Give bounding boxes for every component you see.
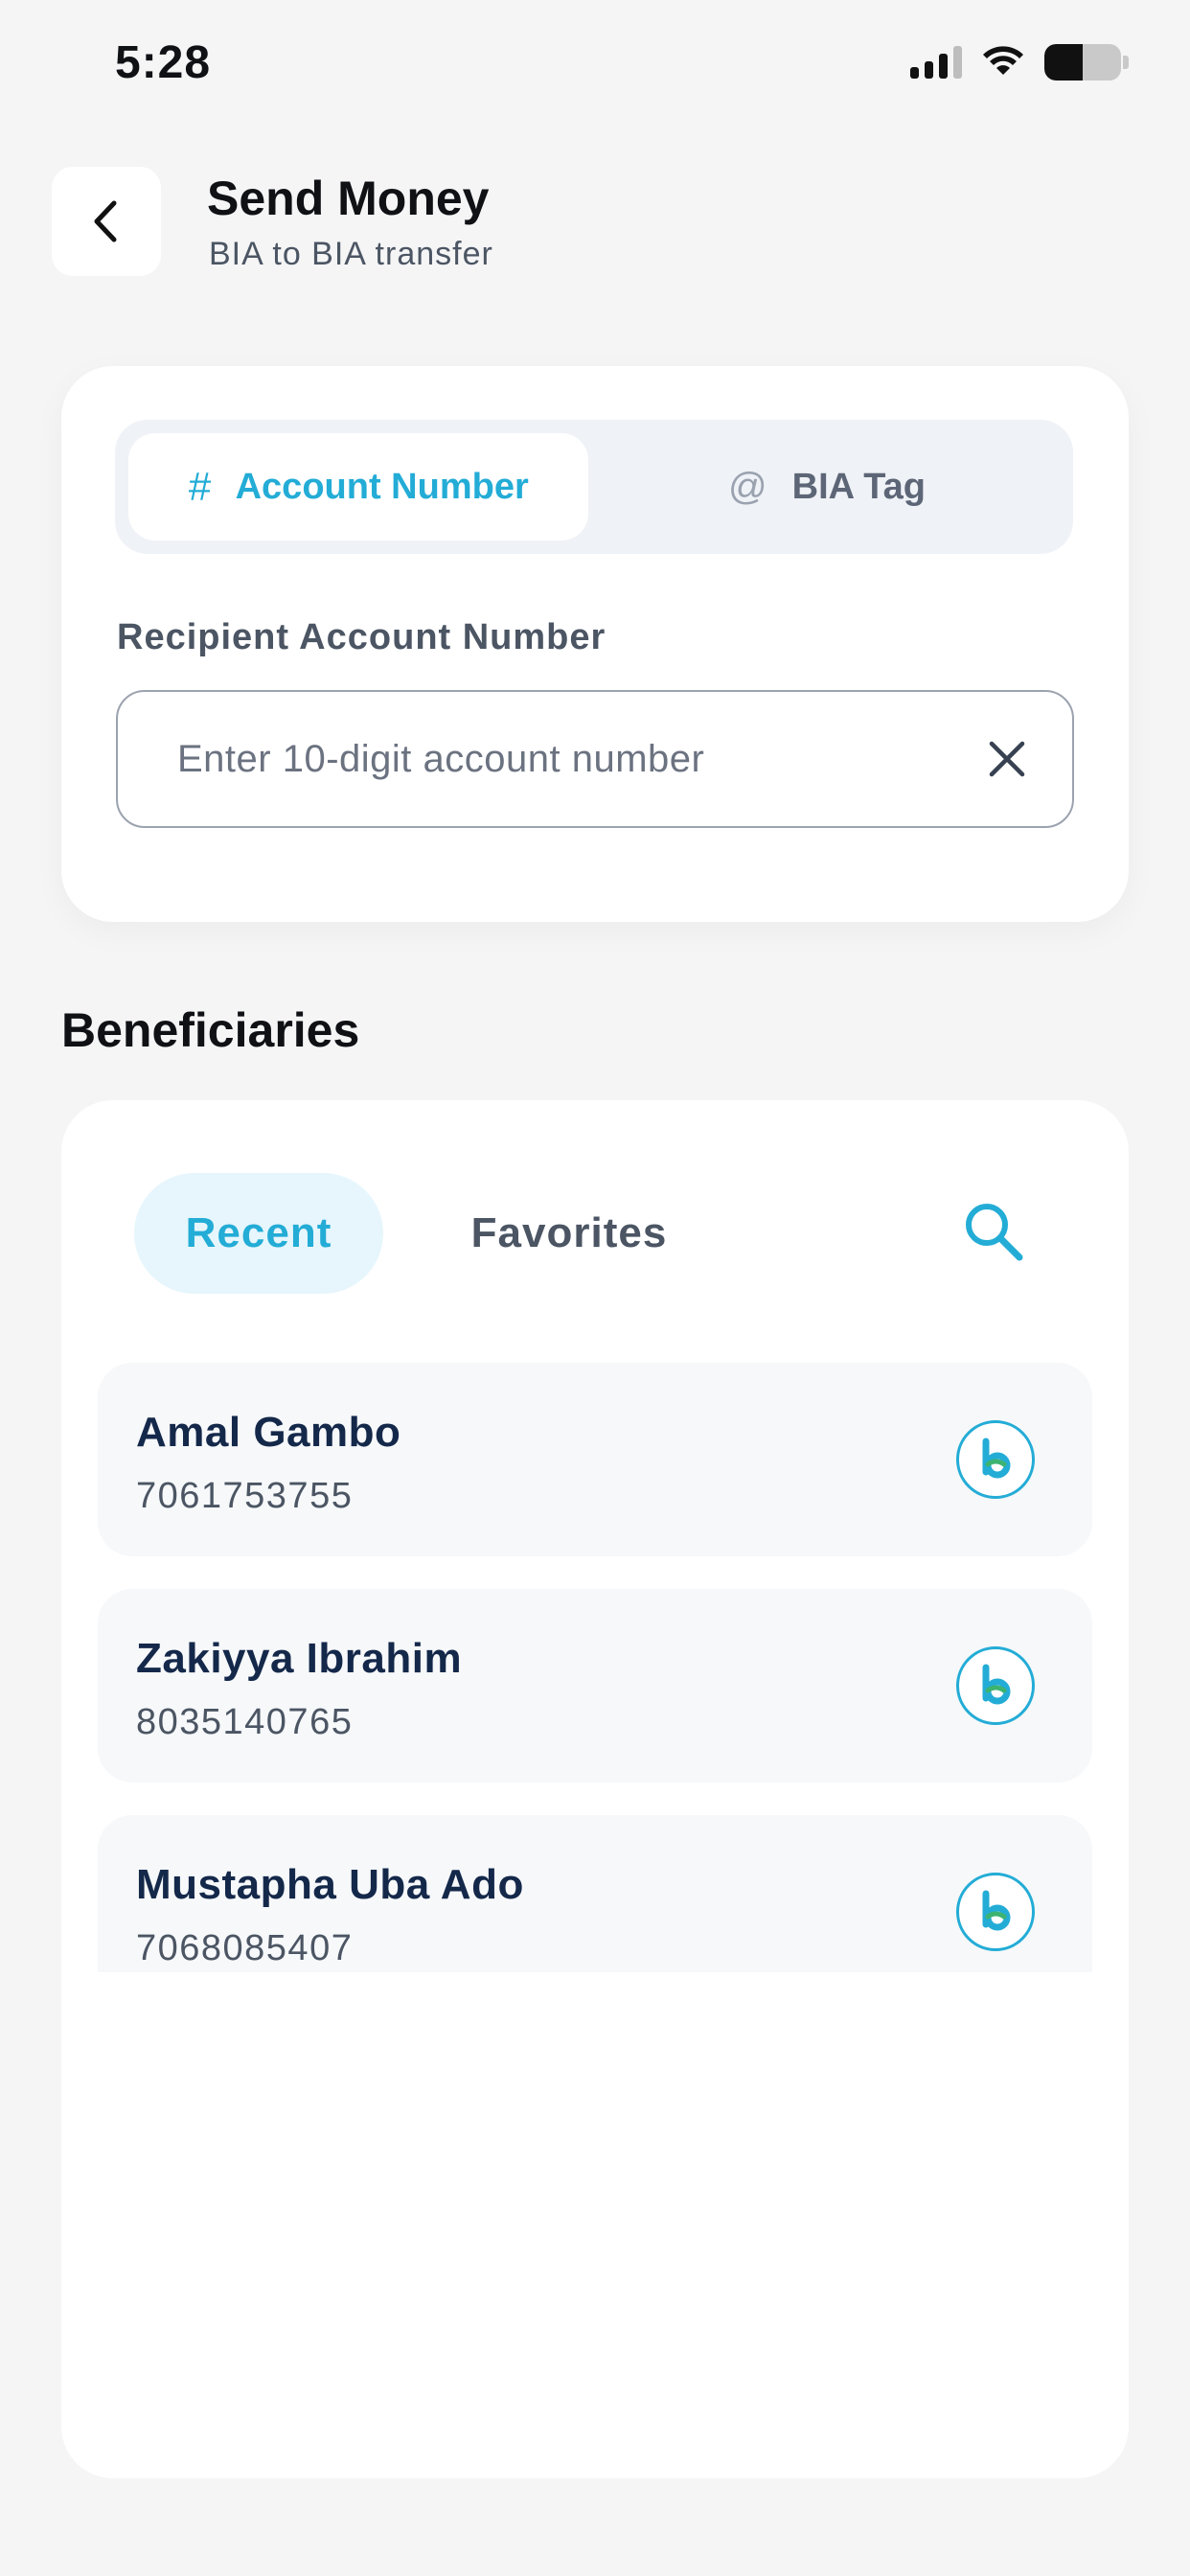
tab-recent[interactable]: Recent: [134, 1173, 383, 1294]
recipient-account-label: Recipient Account Number: [117, 617, 606, 657]
recipient-account-input[interactable]: [177, 692, 944, 826]
status-time: 5:28: [115, 37, 212, 88]
beneficiaries-card: Recent Favorites Amal Gambo 7061753755 Z…: [61, 1100, 1129, 2478]
beneficiary-name: Zakiyya Ibrahim: [136, 1635, 463, 1682]
beneficiary-list: Amal Gambo 7061753755 Zakiyya Ibrahim 80…: [98, 1363, 1092, 1972]
beneficiaries-title: Beneficiaries: [61, 1003, 360, 1057]
beneficiary-account: 7061753755: [136, 1476, 354, 1516]
wifi-icon: [983, 46, 1023, 75]
transfer-type-segment: # Account Number @ BIA Tag: [115, 420, 1073, 554]
tab-bia-tag[interactable]: @ BIA Tag: [594, 433, 1060, 540]
tab-account-number-label: Account Number: [235, 466, 529, 507]
bia-logo-icon: [956, 1420, 1035, 1499]
battery-icon: [1044, 44, 1129, 80]
search-icon[interactable]: [958, 1196, 1033, 1271]
chevron-left-icon: [94, 200, 117, 242]
recipient-card: # Account Number @ BIA Tag Recipient Acc…: [61, 366, 1129, 922]
at-icon: @: [728, 465, 767, 508]
page-subtitle: BIA to BIA transfer: [209, 236, 493, 272]
tab-bia-tag-label: BIA Tag: [791, 466, 926, 507]
recipient-account-field: [116, 690, 1074, 828]
bia-logo-icon: [956, 1646, 1035, 1725]
list-item[interactable]: Zakiyya Ibrahim 8035140765: [98, 1589, 1092, 1782]
beneficiary-account: 8035140765: [136, 1702, 354, 1742]
beneficiary-name: Amal Gambo: [136, 1409, 401, 1456]
signal-icon: [910, 46, 962, 79]
tab-account-number[interactable]: # Account Number: [128, 433, 588, 540]
send-money-screen: 5:28 Send Money BIA to BIA transfer # Ac…: [0, 0, 1190, 2576]
tab-favorites[interactable]: Favorites: [445, 1173, 694, 1294]
beneficiary-account: 7068085407: [136, 1928, 354, 1968]
page-title: Send Money: [207, 172, 490, 225]
list-item[interactable]: Amal Gambo 7061753755: [98, 1363, 1092, 1556]
status-bar: 5:28: [0, 0, 1190, 134]
close-icon[interactable]: [984, 736, 1030, 782]
beneficiary-name: Mustapha Uba Ado: [136, 1861, 524, 1908]
back-button[interactable]: [52, 167, 161, 276]
status-icons: [910, 44, 1129, 80]
hash-icon: #: [188, 464, 211, 509]
bia-logo-icon: [956, 1873, 1035, 1951]
list-item[interactable]: Mustapha Uba Ado 7068085407: [98, 1815, 1092, 1972]
